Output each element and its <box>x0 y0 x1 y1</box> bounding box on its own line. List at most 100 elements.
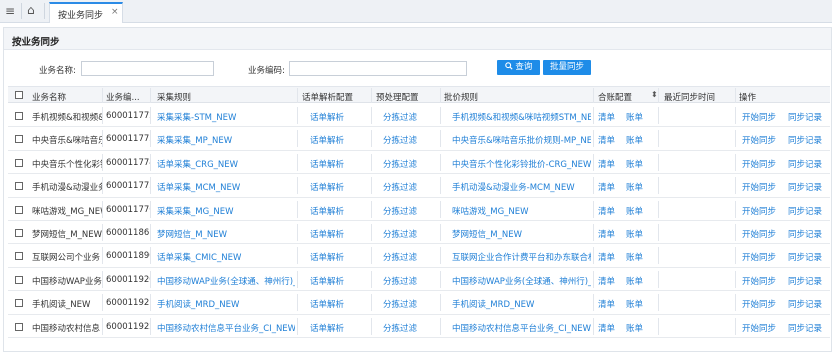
table-row[interactable]: 手机阅读_NEW 600011921 手机阅读_MRD_NEW 话单解析 分拣过滤 手机阅… <box>8 291 830 315</box>
cell-rating-rule[interactable]: 手机动漫&动漫业务-MCM_NEW <box>452 181 591 193</box>
cell-detail-link[interactable]: 清单 <box>598 181 618 193</box>
sync-log-link[interactable]: 同步记录 <box>788 298 828 310</box>
cell-parse-config[interactable]: 话单解析 <box>310 134 370 146</box>
row-checkbox[interactable] <box>15 205 23 214</box>
start-sync-link[interactable]: 开始同步 <box>742 205 780 217</box>
query-button[interactable]: 查询 <box>497 60 540 75</box>
menu-icon[interactable]: ≡ <box>5 4 19 18</box>
col-header-preprocess[interactable]: 预处理配置 <box>376 91 419 103</box>
cell-rating-rule[interactable]: 手机视频&和视频&咪咕视频STM_NEW <box>452 111 591 123</box>
sync-log-link[interactable]: 同步记录 <box>788 251 828 263</box>
col-header-account[interactable]: 合账配置 <box>598 91 632 103</box>
cell-rating-rule[interactable]: 手机阅读_MRD_NEW <box>452 298 591 310</box>
business-name-input[interactable] <box>81 61 214 76</box>
batch-sync-button[interactable]: 批量同步 <box>543 60 591 75</box>
cell-detail-link[interactable]: 清单 <box>598 111 618 123</box>
row-checkbox[interactable] <box>15 182 23 191</box>
cell-collect-rule[interactable]: 手机阅读_MRD_NEW <box>157 298 295 310</box>
table-row[interactable]: 中国移动农村信息 600011922 中国移动农村信息平台业务_CI_NEW 话单解析… <box>8 315 830 338</box>
cell-rating-rule[interactable]: 互联网企业合作计费平台和办东联合权 <box>452 251 591 263</box>
col-header-collect[interactable]: 采集规则 <box>157 91 191 103</box>
start-sync-link[interactable]: 开始同步 <box>742 275 780 287</box>
home-icon[interactable]: ⌂ <box>27 3 41 18</box>
cell-preprocess-config[interactable]: 分拣过滤 <box>383 181 438 193</box>
col-header-parse[interactable]: 话单解析配置 <box>302 91 353 103</box>
cell-bill-link[interactable]: 账单 <box>626 228 646 240</box>
col-header-name[interactable]: 业务名称 <box>32 91 66 103</box>
cell-collect-rule[interactable]: 采集采集_MP_NEW <box>157 134 295 146</box>
start-sync-link[interactable]: 开始同步 <box>742 298 780 310</box>
close-icon[interactable]: × <box>111 7 119 17</box>
col-header-code[interactable]: 业务编... <box>106 91 148 103</box>
cell-preprocess-config[interactable]: 分拣过滤 <box>383 134 438 146</box>
cell-parse-config[interactable]: 话单解析 <box>310 322 370 334</box>
cell-detail-link[interactable]: 清单 <box>598 228 618 240</box>
start-sync-link[interactable]: 开始同步 <box>742 134 780 146</box>
table-row[interactable]: 手机视频&和视频& 600011772 采集采集-STM_NEW 话单解析 分拣过滤 手机… <box>8 104 830 128</box>
table-row[interactable]: 梦网短信_M_NEW 600011861 梦网短信_M_NEW 话单解析 分拣过滤 梦网短… <box>8 221 830 245</box>
cell-detail-link[interactable]: 清单 <box>598 298 618 310</box>
row-checkbox[interactable] <box>15 135 23 144</box>
table-row[interactable]: 中国移动WAP业务 600011920 中国移动WAP业务(全球通、神州行)_ 话单解… <box>8 268 830 292</box>
cell-collect-rule[interactable]: 采集采集-STM_NEW <box>157 111 295 123</box>
col-header-rating[interactable]: 批价规则 <box>444 91 478 103</box>
sync-log-link[interactable]: 同步记录 <box>788 322 828 334</box>
cell-bill-link[interactable]: 账单 <box>626 322 646 334</box>
col-header-last-sync[interactable]: 最近同步时间 <box>664 91 715 103</box>
cell-preprocess-config[interactable]: 分拣过滤 <box>383 228 438 240</box>
cell-detail-link[interactable]: 清单 <box>598 275 618 287</box>
cell-parse-config[interactable]: 话单解析 <box>310 298 370 310</box>
cell-detail-link[interactable]: 清单 <box>598 134 618 146</box>
cell-detail-link[interactable]: 清单 <box>598 205 618 217</box>
cell-rating-rule[interactable]: 梦网短信_M_NEW <box>452 228 591 240</box>
business-code-input[interactable] <box>289 61 467 76</box>
sync-log-link[interactable]: 同步记录 <box>788 205 828 217</box>
sync-log-link[interactable]: 同步记录 <box>788 181 828 193</box>
cell-bill-link[interactable]: 账单 <box>626 111 646 123</box>
table-row[interactable]: 中央音乐&咪咕音乐 600011773 采集采集_MP_NEW 话单解析 分拣过滤 中央音… <box>8 127 830 151</box>
start-sync-link[interactable]: 开始同步 <box>742 158 780 170</box>
cell-parse-config[interactable]: 话单解析 <box>310 205 370 217</box>
cell-preprocess-config[interactable]: 分拣过滤 <box>383 251 438 263</box>
start-sync-link[interactable]: 开始同步 <box>742 251 780 263</box>
cell-bill-link[interactable]: 账单 <box>626 158 646 170</box>
table-row[interactable]: 手机动漫&动漫业务 600011775 话单采集_MCM_NEW 话单解析 分拣过滤 手机… <box>8 174 830 198</box>
row-checkbox[interactable] <box>15 158 23 167</box>
cell-collect-rule[interactable]: 话单采集_CMIC_NEW <box>157 251 295 263</box>
cell-preprocess-config[interactable]: 分拣过滤 <box>383 275 438 287</box>
table-row[interactable]: 中央音乐个性化彩铃 600011774 话单采集_CRG_NEW 话单解析 分拣过滤 中央… <box>8 151 830 175</box>
cell-preprocess-config[interactable]: 分拣过滤 <box>383 298 438 310</box>
cell-bill-link[interactable]: 账单 <box>626 134 646 146</box>
row-checkbox[interactable] <box>15 229 23 237</box>
cell-detail-link[interactable]: 清单 <box>598 322 618 334</box>
cell-preprocess-config[interactable]: 分拣过滤 <box>383 158 438 170</box>
cell-bill-link[interactable]: 账单 <box>626 181 646 193</box>
cell-detail-link[interactable]: 清单 <box>598 158 618 170</box>
row-checkbox[interactable] <box>15 112 23 120</box>
start-sync-link[interactable]: 开始同步 <box>742 322 780 334</box>
cell-detail-link[interactable]: 清单 <box>598 251 618 263</box>
cell-preprocess-config[interactable]: 分拣过滤 <box>383 205 438 217</box>
cell-bill-link[interactable]: 账单 <box>626 205 646 217</box>
cell-bill-link[interactable]: 账单 <box>626 251 646 263</box>
row-checkbox[interactable] <box>15 322 23 331</box>
tab-business-sync[interactable]: 按业务同步 × <box>49 2 123 23</box>
row-checkbox[interactable] <box>15 252 23 261</box>
cell-rating-rule[interactable]: 中国移动农村信息平台业务_CI_NEW <box>452 322 591 334</box>
cell-parse-config[interactable]: 话单解析 <box>310 251 370 263</box>
cell-preprocess-config[interactable]: 分拣过滤 <box>383 111 438 123</box>
cell-preprocess-config[interactable]: 分拣过滤 <box>383 322 438 334</box>
cell-collect-rule[interactable]: 话单采集_CRG_NEW <box>157 158 295 170</box>
cell-collect-rule[interactable]: 中国移动农村信息平台业务_CI_NEW <box>157 322 295 334</box>
sync-log-link[interactable]: 同步记录 <box>788 134 828 146</box>
cell-parse-config[interactable]: 话单解析 <box>310 228 370 240</box>
start-sync-link[interactable]: 开始同步 <box>742 181 780 193</box>
table-row[interactable]: 互联网公司个业务 600011890 话单采集_CMIC_NEW 话单解析 分拣过滤 互联… <box>8 244 830 268</box>
row-checkbox[interactable] <box>15 299 23 308</box>
cell-rating-rule[interactable]: 中央音乐个性化彩铃批价-CRG_NEW <box>452 158 591 170</box>
sync-log-link[interactable]: 同步记录 <box>788 111 828 123</box>
cell-parse-config[interactable]: 话单解析 <box>310 181 370 193</box>
sort-icon[interactable]: ⬍ <box>651 90 658 99</box>
cell-parse-config[interactable]: 话单解析 <box>310 111 370 123</box>
sync-log-link[interactable]: 同步记录 <box>788 158 828 170</box>
